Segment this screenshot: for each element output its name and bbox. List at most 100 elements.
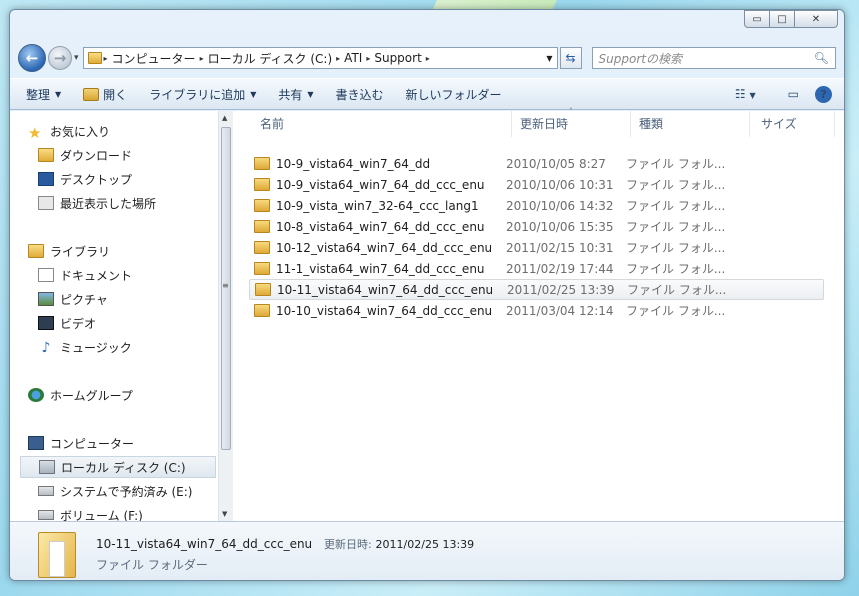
file-date: 2010/10/06 14:32	[506, 198, 614, 213]
nav-favorites[interactable]: ★ お気に入り	[28, 121, 110, 142]
documents-icon	[38, 268, 54, 282]
scroll-down-arrow-icon[interactable]: ▼	[222, 510, 227, 518]
table-row[interactable]: 10-9_vista64_win7_64_dd 2010/10/05 8:27 ファ…	[249, 153, 824, 174]
back-button[interactable]: ←	[18, 44, 46, 72]
details-modified-value: 2011/02/25 13:39	[375, 538, 475, 551]
file-name: 10-9_vista64_win7_64_dd	[276, 156, 431, 171]
file-name: 10-8_vista64_win7_64_dd_ccc_enu	[276, 219, 485, 234]
nav-downloads[interactable]: ダウンロード	[38, 145, 132, 165]
breadcrumb-separator[interactable]: ▸	[426, 54, 430, 63]
breadcrumb-ati[interactable]: ATI	[344, 51, 362, 65]
nav-label: ライブラリ	[50, 244, 111, 259]
pictures-icon	[38, 292, 54, 306]
nav-label: ドキュメント	[60, 268, 133, 283]
column-size[interactable]: サイズ	[755, 111, 835, 137]
nav-pictures[interactable]: ピクチャ	[38, 289, 108, 309]
column-type[interactable]: 種類	[633, 111, 750, 137]
explorer-window: ▭ □ ✕ ← → ▾ ▸ コンピューター ▸ ローカル ディスク (C:) ▸…	[9, 9, 845, 581]
view-options-button[interactable]: ☷ ▼	[719, 87, 756, 101]
address-bar[interactable]: ▸ コンピューター ▸ ローカル ディスク (C:) ▸ ATI ▸ Suppo…	[82, 47, 558, 69]
recent-pages-dropdown[interactable]: ▾	[74, 53, 79, 63]
computer-icon	[28, 436, 44, 450]
nav-desktop[interactable]: デスクトップ	[38, 169, 132, 189]
organize-label: 整理	[26, 87, 51, 102]
breadcrumb-separator[interactable]: ▸	[104, 54, 108, 63]
nav-label: ホームグループ	[50, 388, 133, 403]
search-input[interactable]: Supportの検索 🔍︎	[591, 47, 836, 69]
address-row: ← → ▾ ▸ コンピューター ▸ ローカル ディスク (C:) ▸ ATI ▸…	[18, 43, 836, 73]
downloads-folder-icon	[38, 148, 54, 162]
large-folder-icon	[38, 532, 76, 578]
breadcrumb-local-disk[interactable]: ローカル ディスク (C:)	[208, 50, 333, 67]
add-to-library-label: ライブラリに追加	[149, 87, 246, 102]
drive-icon	[38, 510, 54, 520]
chevron-down-icon: ▼	[55, 89, 62, 99]
organize-button[interactable]: 整理 ▼	[26, 86, 61, 103]
folder-icon	[254, 304, 270, 317]
nav-computer[interactable]: コンピューター	[28, 433, 134, 453]
details-name: 10-11_vista64_win7_64_dd_ccc_enu	[96, 537, 313, 551]
column-name[interactable]: 名前	[254, 111, 512, 137]
nav-documents[interactable]: ドキュメント	[38, 265, 132, 285]
file-name: 11-1_vista64_win7_64_dd_ccc_enu	[276, 261, 485, 276]
sort-ascending-icon: ˄	[569, 107, 573, 116]
burn-button[interactable]: 書き込む	[336, 86, 384, 103]
nav-local-disk[interactable]: ローカル ディスク (C:)	[20, 456, 216, 478]
open-button[interactable]: 開く	[83, 86, 127, 103]
folder-icon	[254, 262, 270, 275]
maximize-button[interactable]: □	[769, 10, 795, 28]
folder-icon	[254, 157, 270, 170]
refresh-button[interactable]: ⇆	[559, 47, 582, 69]
breadcrumb-separator[interactable]: ▸	[200, 54, 204, 63]
preview-pane-icon: ▭	[787, 87, 799, 101]
new-folder-button[interactable]: 新しいフォルダー	[406, 86, 502, 103]
open-label: 開く	[103, 87, 128, 102]
nav-reserved-drive[interactable]: システムで予約済み (E:)	[38, 481, 192, 501]
preview-pane-button[interactable]: ▭	[772, 87, 799, 101]
folder-icon	[254, 241, 270, 254]
file-date: 2011/03/04 12:14	[506, 303, 614, 318]
address-dropdown-icon[interactable]: ▼	[546, 54, 552, 63]
table-row[interactable]: 10-9_vista64_win7_64_dd_ccc_enu 2010/10/0…	[249, 174, 824, 195]
share-button[interactable]: 共有 ▼	[278, 86, 313, 103]
close-button[interactable]: ✕	[794, 10, 838, 28]
search-icon[interactable]: 🔍︎	[814, 51, 829, 65]
forward-button[interactable]: →	[48, 46, 72, 70]
nav-libraries[interactable]: ライブラリ	[28, 241, 110, 261]
help-button[interactable]: ?	[815, 85, 832, 103]
music-icon: ♪	[41, 340, 51, 356]
breadcrumb-separator[interactable]: ▸	[336, 54, 340, 63]
folder-icon	[254, 220, 270, 233]
file-name: 10-10_vista64_win7_64_dd_ccc_enu	[276, 303, 493, 318]
open-folder-icon	[83, 87, 100, 101]
nav-videos[interactable]: ビデオ	[38, 313, 96, 333]
table-row[interactable]: 11-1_vista64_win7_64_dd_ccc_enu 2011/02/1…	[249, 258, 824, 279]
nav-homegroup[interactable]: ホームグループ	[28, 385, 133, 405]
view-list-icon: ☷	[734, 87, 746, 101]
details-pane: 10-11_vista64_win7_64_dd_ccc_enu 更新日時: 2…	[10, 521, 844, 580]
table-row-selected[interactable]: 10-11_vista64_win7_64_dd_ccc_enu 2011/02/…	[249, 279, 824, 300]
breadcrumb-computer[interactable]: コンピューター	[112, 50, 196, 67]
nav-label: システムで予約済み (E:)	[60, 484, 193, 499]
file-date: 2010/10/05 8:27	[506, 156, 606, 171]
folder-icon	[87, 52, 102, 64]
file-date: 2010/10/06 10:31	[506, 177, 614, 192]
add-to-library-button[interactable]: ライブラリに追加 ▼	[149, 86, 256, 103]
table-row[interactable]: 10-9_vista_win7_32-64_ccc_lang1 2010/10/0…	[249, 195, 824, 216]
recent-places-icon	[38, 196, 54, 210]
table-row[interactable]: 10-12_vista64_win7_64_dd_ccc_enu 2011/02/…	[249, 237, 824, 258]
breadcrumb-separator[interactable]: ▸	[366, 54, 370, 63]
desktop-icon	[38, 172, 54, 186]
table-row[interactable]: 10-10_vista64_win7_64_dd_ccc_enu 2011/03/…	[249, 300, 824, 321]
file-type: ファイル フォル...	[626, 262, 726, 276]
breadcrumb-support[interactable]: Support	[374, 51, 421, 65]
star-icon: ★	[28, 124, 42, 142]
nav-recent-places[interactable]: 最近表示した場所	[38, 193, 156, 213]
navigation-scrollbar[interactable]: ▲ ≡ ▼	[218, 111, 233, 521]
minimize-button[interactable]: ▭	[744, 10, 770, 28]
nav-music[interactable]: ♪ ミュージック	[38, 337, 132, 357]
table-row[interactable]: 10-8_vista64_win7_64_dd_ccc_enu 2010/10/0…	[249, 216, 824, 237]
folder-icon	[254, 199, 270, 212]
file-name: 10-11_vista64_win7_64_dd_ccc_enu	[277, 282, 494, 297]
scroll-up-arrow-icon[interactable]: ▲	[222, 114, 227, 122]
